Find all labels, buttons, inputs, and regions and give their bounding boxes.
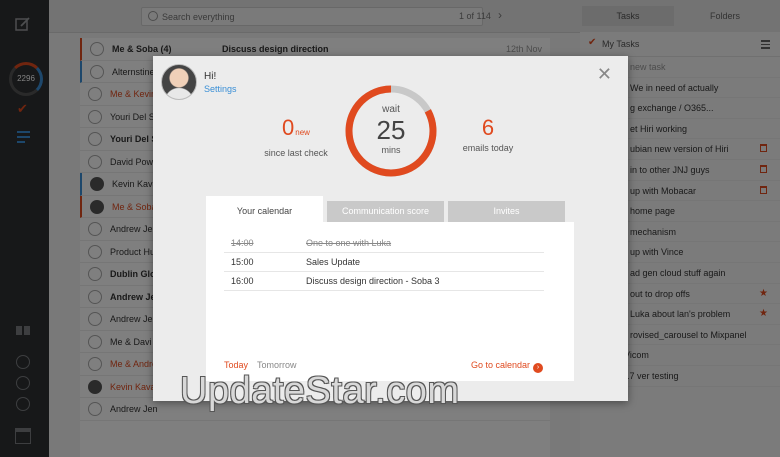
greeting: Hi! [204, 71, 217, 82]
dialog-tabs: Your calendar Communication score Invite… [206, 196, 574, 222]
mins-label: mins [381, 145, 401, 155]
calendar-card: 14:00 One to one with Luka 15:00 Sales Upda… [206, 222, 574, 381]
today-link[interactable]: Today [224, 360, 248, 370]
tab-communication-score[interactable]: Communication score [327, 201, 444, 222]
new-count: 0 [282, 115, 295, 140]
close-icon[interactable]: ✕ [597, 65, 612, 83]
tab-invites[interactable]: Invites [448, 201, 565, 222]
event-title: One to one with Luka [306, 238, 392, 248]
event-title: Discuss design direction - Soba 3 [306, 276, 440, 286]
new-emails-stat: 0new since last check [251, 115, 341, 159]
calendar-event[interactable]: 14:00 One to one with Luka [224, 234, 544, 253]
since-last-check-label: since last check [264, 148, 328, 158]
calendar-event[interactable]: 15:00 Sales Update [224, 253, 544, 272]
event-time: 15:00 [231, 257, 254, 267]
wait-minutes: 25 [376, 115, 406, 145]
emails-today-label: emails today [462, 143, 514, 153]
event-time: 14:00 [231, 238, 254, 248]
settings-link[interactable]: Settings [204, 84, 237, 94]
event-time: 16:00 [231, 276, 254, 286]
watermark: UpdateStar.com [180, 370, 460, 412]
user-avatar [161, 64, 197, 100]
tab-your-calendar[interactable]: Your calendar [206, 196, 323, 222]
wait-timer: wait 25 mins [343, 83, 439, 179]
event-title: Sales Update [306, 257, 361, 267]
emails-today-count: 6 [481, 115, 495, 140]
tomorrow-link[interactable]: Tomorrow [257, 360, 297, 370]
calendar-event[interactable]: 16:00 Discuss design direction - Soba 3 [224, 272, 544, 291]
go-to-calendar-label: Go to calendar [470, 360, 530, 370]
wait-label: wait [382, 104, 400, 115]
welcome-dialog: Hi! Settings ✕ 0new since last check wai… [153, 56, 628, 401]
new-label: new [295, 128, 310, 137]
emails-today-stat: 6 emails today [443, 115, 533, 154]
